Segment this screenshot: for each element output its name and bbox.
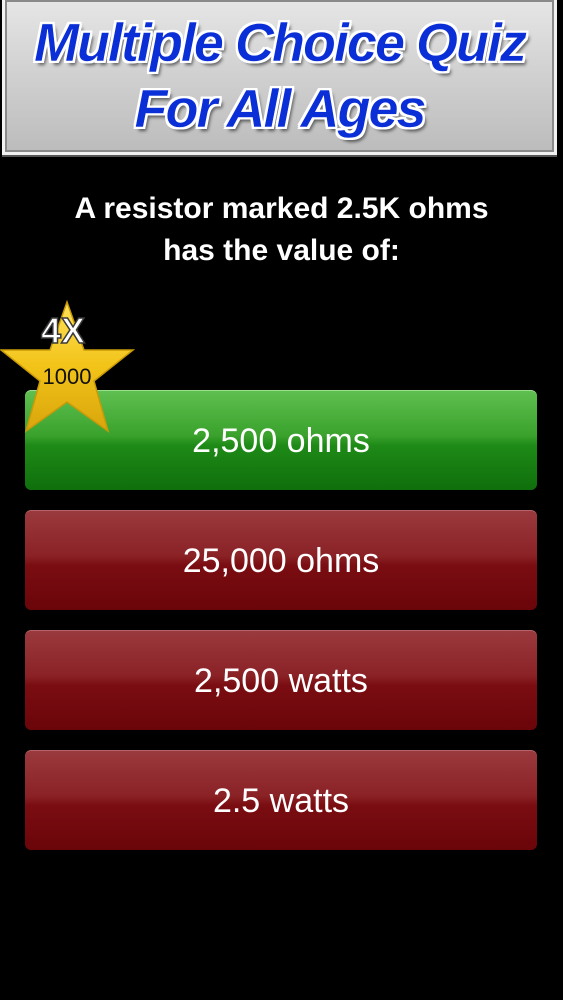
title-line-2: For All Ages: [134, 79, 427, 140]
title-line-1: Multiple Choice Quiz: [33, 13, 528, 74]
question-line-1: A resistor marked 2.5K ohms: [74, 192, 489, 225]
title-banner: Multiple Choice Quiz For All Ages: [2, 0, 557, 155]
answer-button-3[interactable]: 2,500 watts: [25, 630, 537, 730]
answer-button-4[interactable]: 2.5 watts: [25, 750, 537, 850]
bonus-points: 1000: [42, 364, 92, 389]
bonus-star-badge: 4X 1000: [0, 300, 135, 435]
question-text: A resistor marked 2.5K ohms has the valu…: [0, 188, 563, 272]
question-line-2: has the value of:: [163, 234, 400, 267]
answer-button-2[interactable]: 25,000 ohms: [25, 510, 537, 610]
bonus-multiplier: 4X: [40, 309, 86, 352]
